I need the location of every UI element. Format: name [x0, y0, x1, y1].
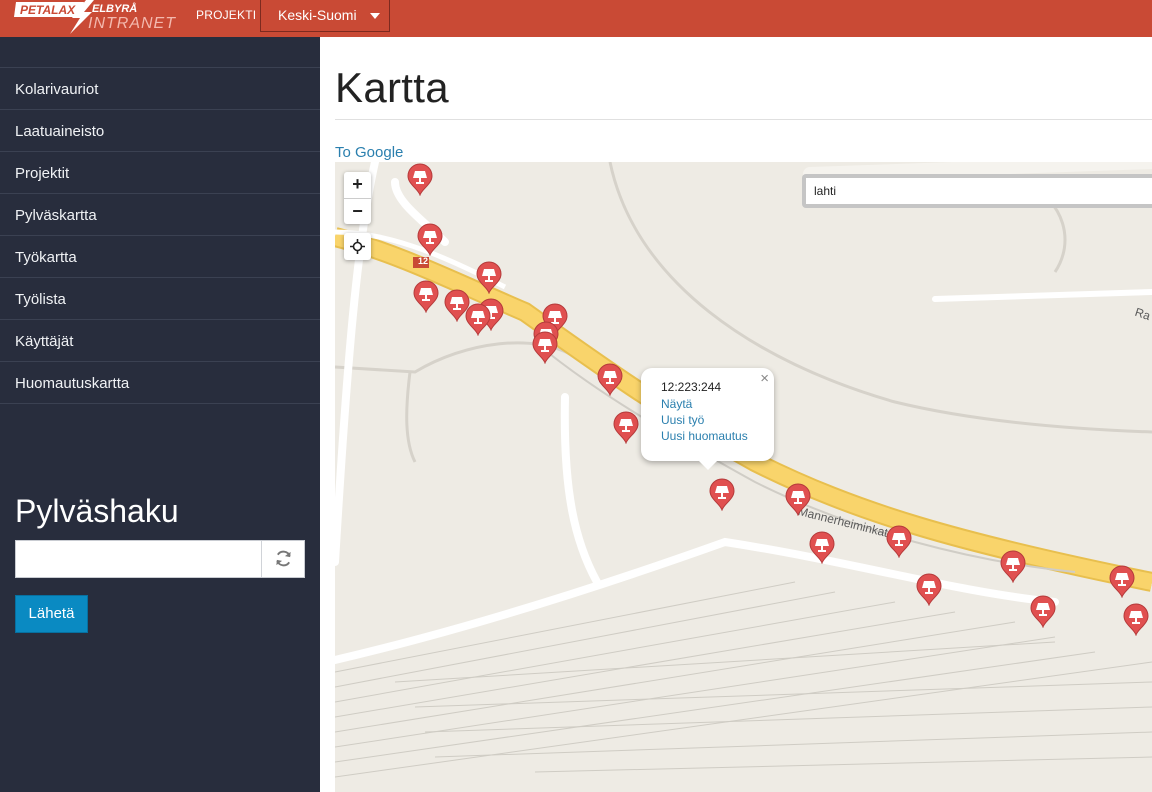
pole-marker-icon[interactable] [999, 549, 1027, 584]
popup-link-new-work[interactable]: Uusi työ [661, 413, 774, 427]
pole-marker-icon[interactable] [1108, 564, 1136, 599]
svg-text:ELBYRÅ: ELBYRÅ [92, 2, 137, 15]
popup-tip [698, 460, 718, 470]
pole-marker-icon[interactable] [596, 362, 624, 397]
refresh-button[interactable] [261, 541, 304, 577]
company-logo[interactable]: PETALAX ELBYRÅ INTRANET [14, 0, 184, 34]
map-search-box [802, 174, 1152, 208]
sidebar: Kolarivauriot Laatuaineisto Projektit Py… [0, 37, 320, 792]
pole-marker-icon[interactable] [784, 482, 812, 517]
page-title: Kartta [335, 64, 449, 111]
logo-graphic: PETALAX ELBYRÅ INTRANET [14, 0, 176, 34]
top-bar: PETALAX ELBYRÅ INTRANET PROJEKTI * Keski… [0, 0, 1152, 37]
pole-marker-icon[interactable] [475, 260, 503, 295]
pole-marker-icon[interactable] [416, 222, 444, 257]
road-number-label: 12 [417, 256, 428, 266]
pole-search-input[interactable] [16, 541, 262, 577]
popup-link-show[interactable]: Näytä [661, 397, 774, 411]
caret-down-icon [370, 13, 380, 19]
sidebar-item-projektit[interactable]: Projektit [0, 152, 320, 194]
sidebar-item-kolarivauriot[interactable]: Kolarivauriot [0, 68, 320, 110]
pole-marker-icon[interactable] [885, 524, 913, 559]
popup-close-button[interactable]: × [760, 370, 769, 387]
pole-marker-icon[interactable] [708, 477, 736, 512]
pole-marker-icon[interactable] [1029, 594, 1057, 629]
sidebar-item-pylvaskartta[interactable]: Pylväskartta [0, 194, 320, 236]
sidebar-item-kayttajat[interactable]: Käyttäjät [0, 320, 320, 362]
popup-pole-id: 12:223:244 [661, 380, 722, 394]
pole-marker-icon[interactable] [406, 162, 434, 197]
map-search-input[interactable] [806, 178, 1152, 204]
locate-button[interactable] [344, 233, 371, 260]
map-base-layer [335, 162, 1152, 778]
pole-marker-icon[interactable] [412, 279, 440, 314]
pole-marker-icon[interactable] [464, 302, 492, 337]
title-divider [335, 119, 1152, 120]
project-label: PROJEKTI * [196, 8, 265, 22]
submit-button[interactable]: Lähetä [15, 595, 88, 633]
pole-search-group [15, 540, 305, 578]
sidebar-item-laatuaineisto[interactable]: Laatuaineisto [0, 110, 320, 152]
pole-marker-icon[interactable] [1122, 602, 1150, 637]
pole-marker-icon[interactable] [915, 572, 943, 607]
zoom-control: + − [344, 172, 371, 224]
sidebar-nav: Kolarivauriot Laatuaineisto Projektit Py… [0, 67, 320, 404]
pole-marker-icon[interactable] [531, 330, 559, 365]
pole-marker-icon[interactable] [612, 410, 640, 445]
zoom-in-button[interactable]: + [344, 172, 371, 198]
sidebar-item-tyolista[interactable]: Työlista [0, 278, 320, 320]
pole-search-title: Pylväshaku [15, 493, 179, 529]
refresh-icon [276, 550, 291, 567]
svg-text:PETALAX: PETALAX [20, 3, 76, 17]
svg-text:INTRANET: INTRANET [88, 15, 176, 32]
popup-link-new-note[interactable]: Uusi huomautus [661, 429, 774, 443]
to-google-link[interactable]: To Google [335, 144, 403, 161]
pole-marker-icon[interactable] [808, 530, 836, 565]
sidebar-item-tyokartta[interactable]: Työkartta [0, 236, 320, 278]
pole-popup: × 12:223:244 Näytä Uusi työ Uusi huomaut… [641, 368, 774, 470]
crosshair-icon [350, 239, 365, 254]
map-canvas[interactable]: 12 Mannerheiminkatu Ra + − × 12:223:244 … [335, 162, 1152, 792]
project-selected-value: Keski-Suomi [278, 7, 357, 23]
zoom-out-button[interactable]: − [344, 198, 371, 224]
project-select[interactable]: Keski-Suomi [260, 0, 390, 32]
sidebar-item-huomautuskartta[interactable]: Huomautuskartta [0, 362, 320, 404]
